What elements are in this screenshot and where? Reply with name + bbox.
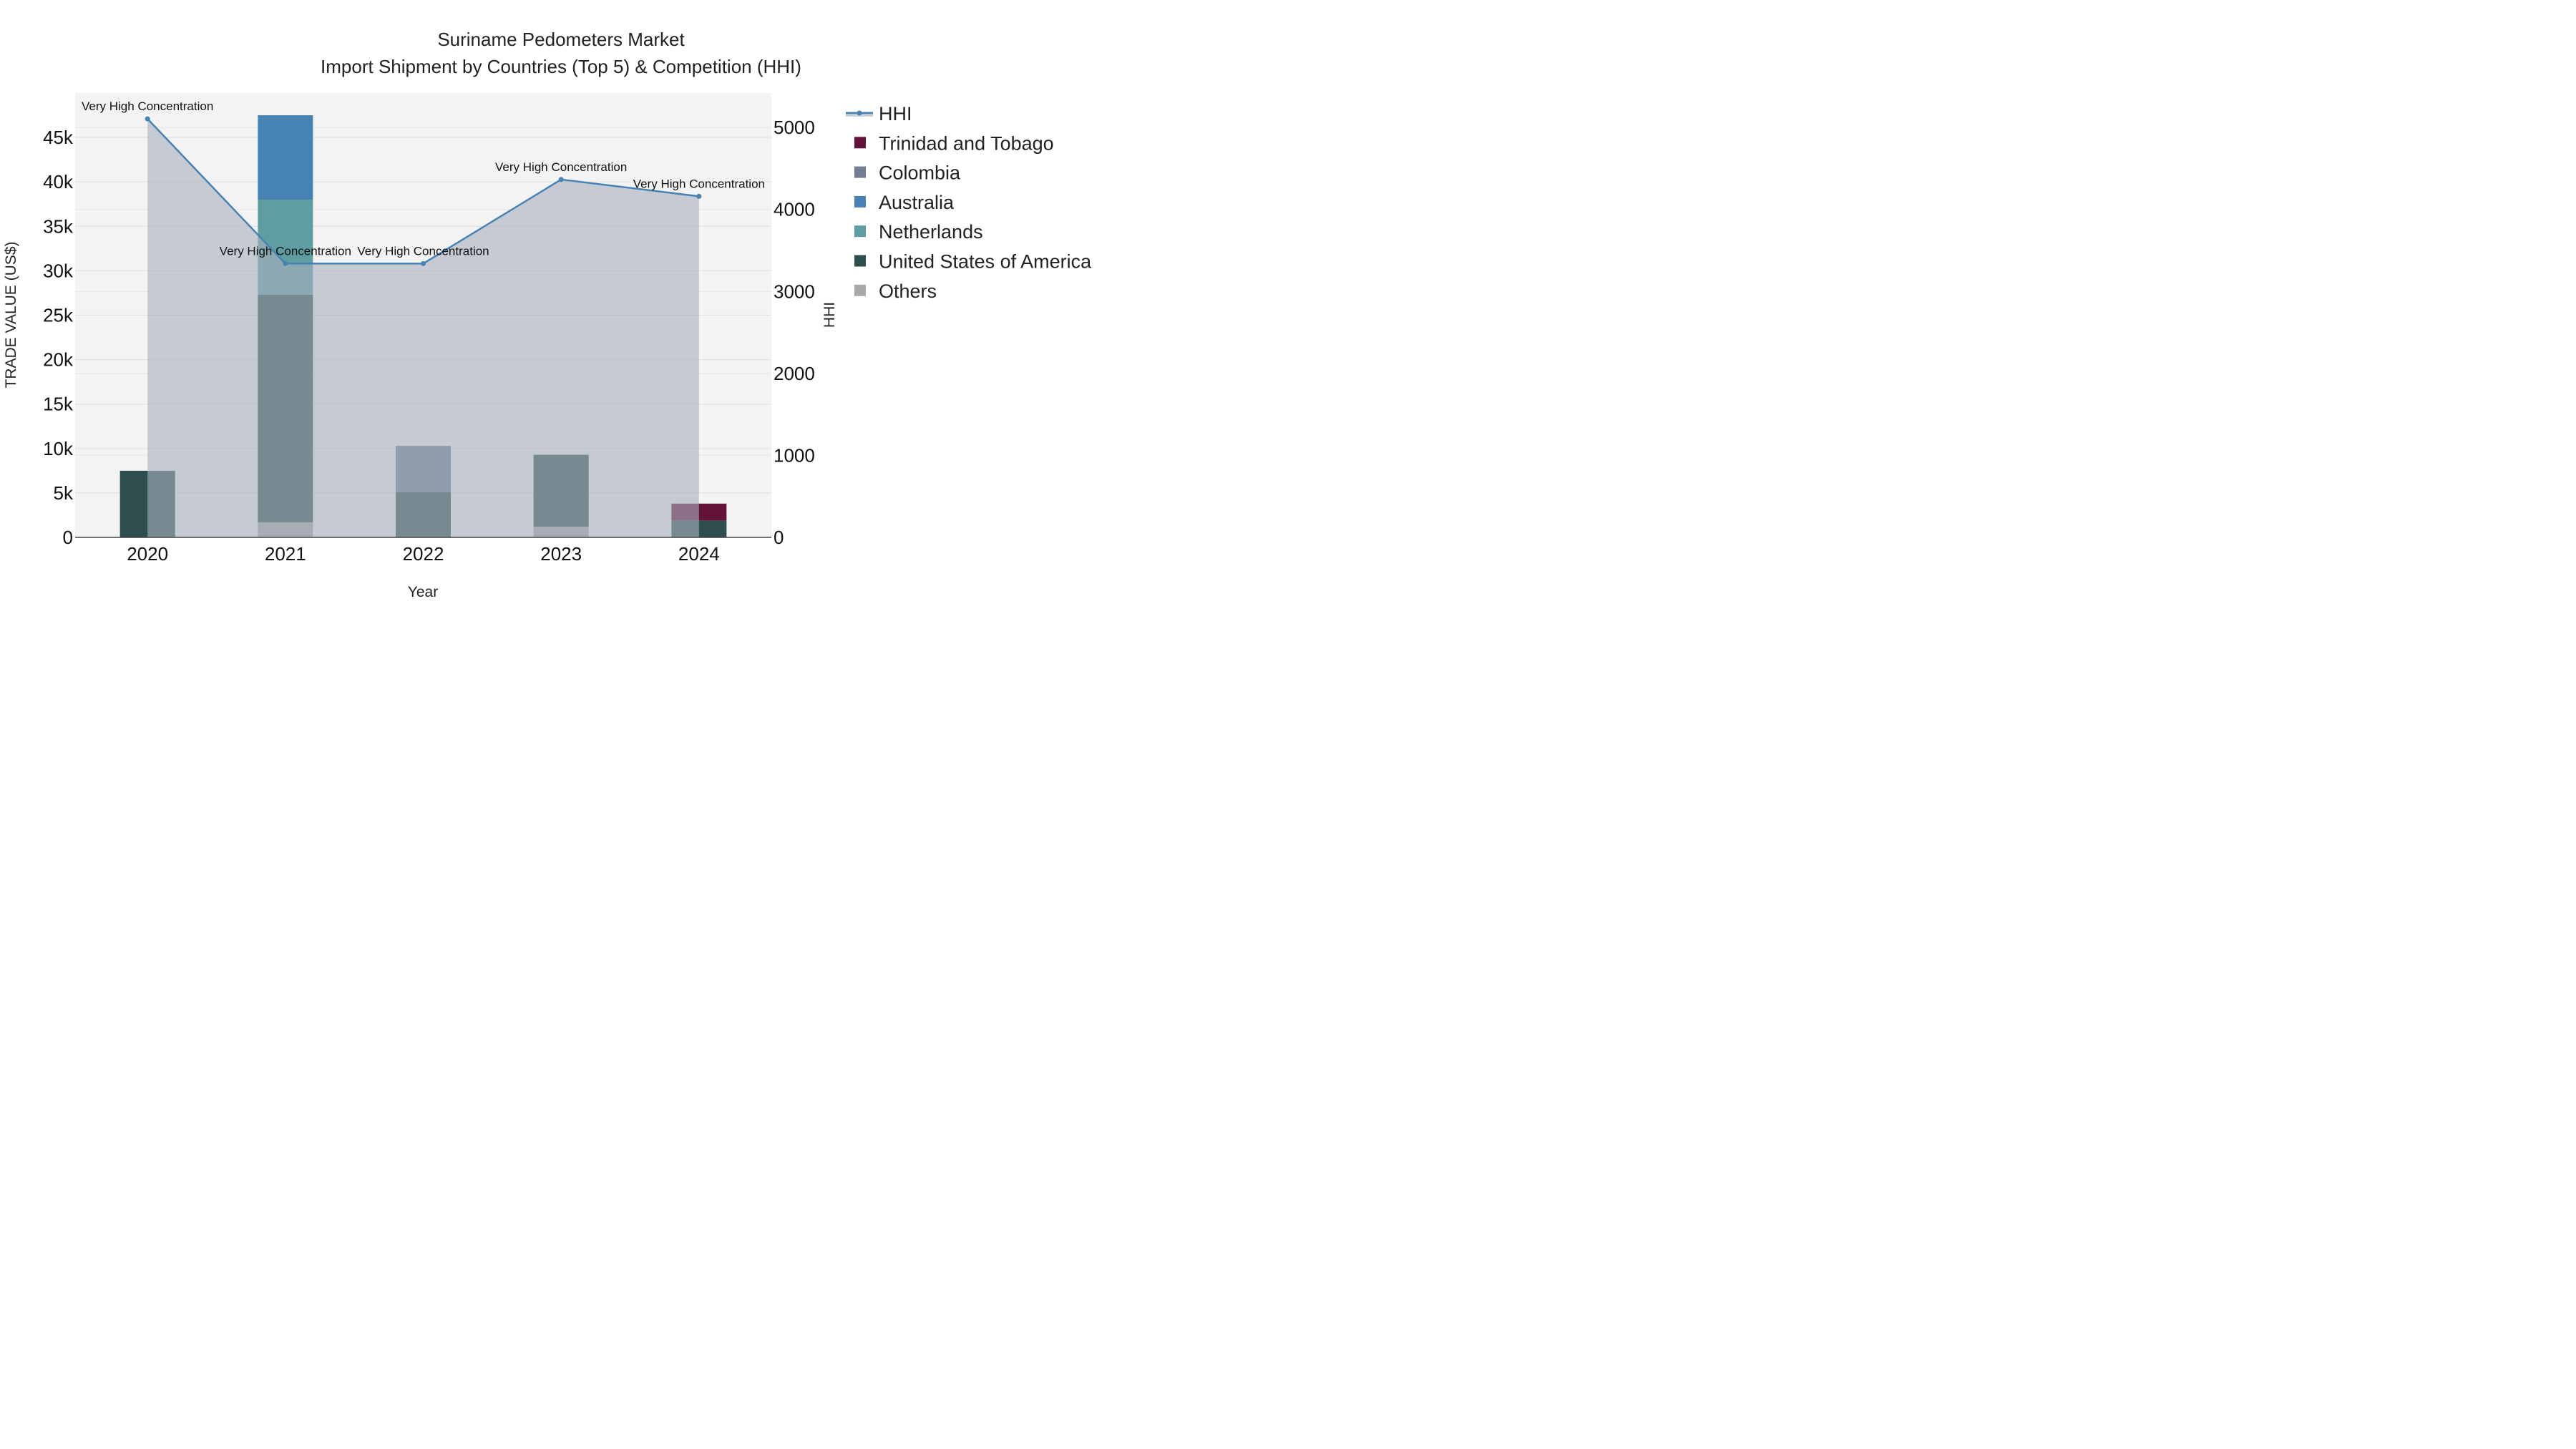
legend-label: United States of America	[879, 251, 1092, 273]
hhi-point	[145, 116, 150, 122]
legend-swatch	[854, 195, 866, 208]
hhi-point	[421, 260, 426, 266]
hhi-point	[283, 260, 288, 266]
y-tick-label: 5k	[54, 482, 74, 504]
x-tick-label: 2020	[127, 543, 168, 565]
hhi-annotation: Very High Concentration	[495, 160, 627, 174]
y-tick-label: 45k	[43, 127, 74, 148]
chart: Suriname Pedometers Market Import Shipme…	[3, 29, 1092, 600]
y-tick-label: 10k	[43, 438, 74, 459]
x-tick-label: 2022	[403, 543, 444, 565]
hhi-point	[558, 177, 564, 182]
y-tick-label: 25k	[43, 305, 74, 326]
y2-tick-label: 5000	[774, 117, 815, 138]
legend-swatch	[854, 137, 866, 149]
hhi-point	[696, 193, 702, 199]
legend-hhi-marker-icon	[857, 110, 862, 116]
hhi-annotation: Very High Concentration	[220, 244, 351, 258]
legend-label: Netherlands	[879, 221, 983, 243]
legend-swatch	[854, 166, 866, 178]
legend-label: Colombia	[879, 162, 961, 184]
x-tick-label: 2023	[540, 543, 582, 565]
x-tick-label: 2024	[678, 543, 720, 565]
hhi-annotation: Very High Concentration	[633, 177, 765, 190]
legend: HHI Trinidad and Tobago Colombia Australia N…	[846, 103, 1092, 302]
y-tick-label: 15k	[43, 394, 74, 415]
y2-tick-label: 4000	[774, 199, 815, 220]
legend-swatch	[854, 255, 866, 267]
x-tick-label: 2021	[265, 543, 306, 565]
legend-swatch	[854, 225, 866, 238]
legend-label: HHI	[879, 103, 912, 125]
y-tick-label: 0	[63, 527, 73, 548]
y2-tick-label: 2000	[774, 363, 815, 384]
y-tick-label: 35k	[43, 215, 74, 237]
legend-label: Others	[879, 280, 937, 302]
x-axis-label: Year	[408, 584, 438, 600]
y-tick-label: 40k	[43, 171, 74, 192]
y2-tick-label: 1000	[774, 444, 815, 466]
y2-tick-label: 3000	[774, 280, 815, 302]
y2-axis-label: HHI	[821, 302, 838, 328]
y2-tick-label: 0	[774, 527, 784, 548]
chart-title: Suriname Pedometers Market	[437, 29, 685, 50]
bar-australia	[258, 115, 313, 200]
hhi-annotation: Very High Concentration	[357, 244, 489, 258]
hhi-annotation: Very High Concentration	[82, 99, 213, 113]
y-tick-label: 30k	[43, 260, 74, 281]
legend-label: Australia	[879, 192, 955, 213]
y-tick-label: 20k	[43, 349, 74, 371]
y-axis-label: TRADE VALUE (US$)	[3, 242, 19, 389]
legend-label: Trinidad and Tobago	[879, 132, 1054, 154]
chart-subtitle: Import Shipment by Countries (Top 5) & C…	[321, 56, 801, 77]
legend-swatch	[854, 284, 866, 296]
